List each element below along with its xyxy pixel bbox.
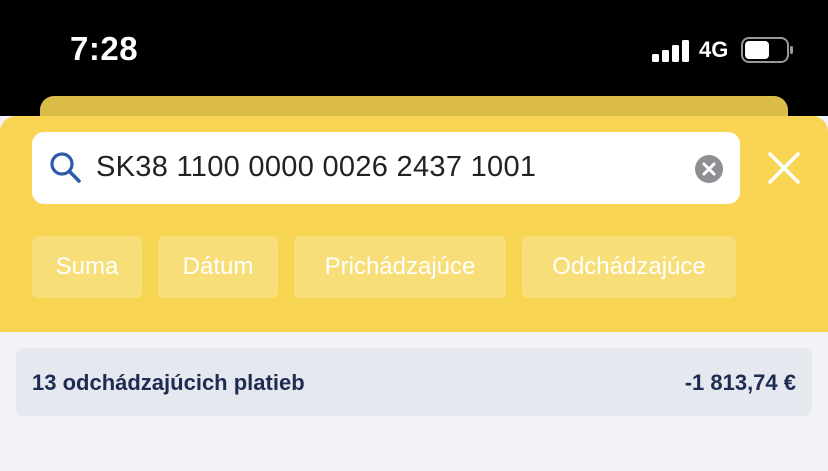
filter-chip-amount[interactable]: Suma	[32, 236, 142, 298]
payments-summary-row[interactable]: 13 odchádzajúcich platieb -1 813,74 €	[16, 348, 812, 416]
payments-count-label: 13 odchádzajúcich platieb	[32, 370, 305, 395]
search-input[interactable]: SK38 1100 0000 0026 2437 1001	[32, 132, 740, 204]
close-icon[interactable]	[766, 150, 802, 186]
clear-icon[interactable]	[694, 154, 724, 184]
status-time: 7:28	[70, 30, 139, 67]
search-panel: SK38 1100 0000 0026 2437 1001 Suma Dátum…	[0, 116, 828, 332]
signal-bars-icon	[652, 40, 689, 62]
filter-chip-date[interactable]: Dátum	[158, 236, 278, 298]
search-icon	[50, 152, 81, 183]
network-type: 4G	[699, 37, 729, 62]
battery-icon	[741, 37, 793, 63]
search-query-text[interactable]: SK38 1100 0000 0026 2437 1001	[96, 151, 536, 184]
filter-chip-incoming[interactable]: Prichádzajúce	[294, 236, 506, 298]
filter-chip-outgoing[interactable]: Odchádzajúce	[522, 236, 736, 298]
payments-total-amount: -1 813,74 €	[684, 370, 796, 395]
